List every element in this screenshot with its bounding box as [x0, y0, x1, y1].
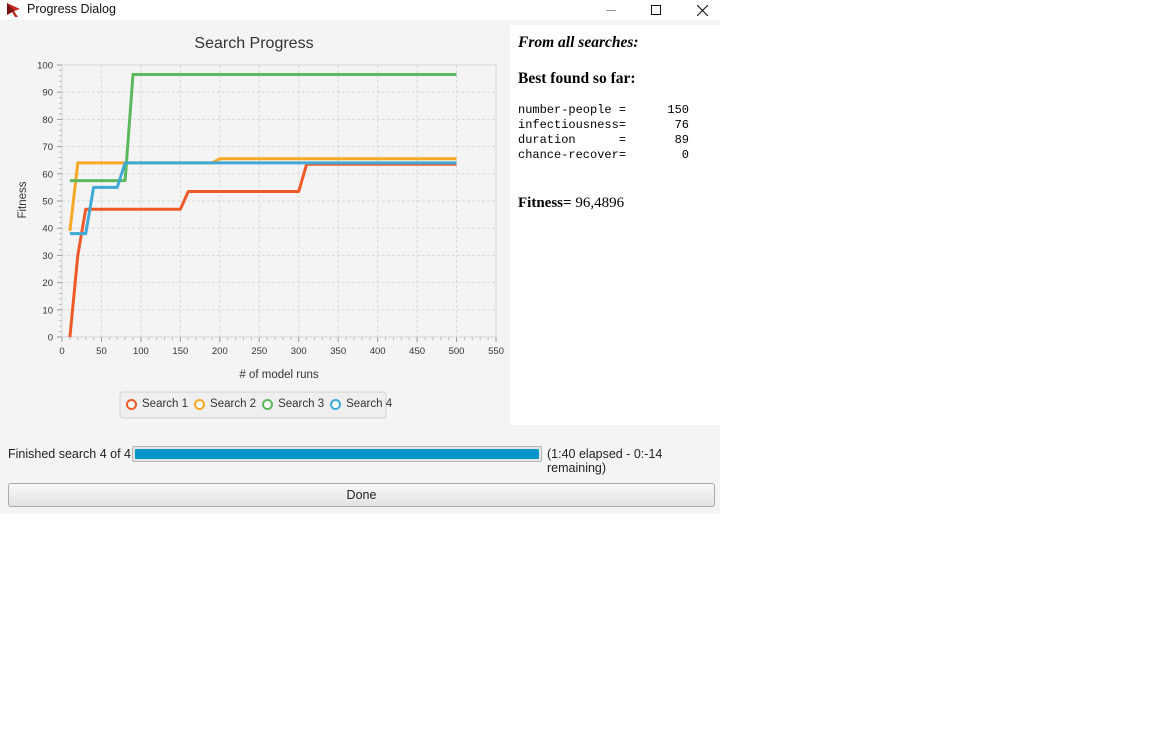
legend-marker-icon — [262, 398, 274, 410]
x-tick-label: 150 — [172, 346, 188, 357]
parameter-name: infectiousness= — [518, 118, 627, 132]
parameter-row: infectiousness= 76 — [518, 118, 689, 133]
fitness-readout: Fitness= 96,4896 — [518, 195, 624, 212]
chart-legend: Search 1 Search 2 Search 3 Search 4 — [126, 398, 398, 413]
x-tick-label: 300 — [291, 346, 307, 357]
status-label: Finished search 4 of 4: — [8, 447, 135, 461]
parameter-value: 0 — [681, 148, 689, 162]
x-tick-label: 250 — [251, 346, 267, 357]
elapsed-time-text: (1:40 elapsed - 0:-14 remaining) — [547, 447, 663, 475]
app-logo-icon — [7, 3, 20, 17]
y-tick-label: 30 — [42, 251, 53, 262]
legend-item: Search 3 — [262, 398, 324, 410]
minimize-button[interactable] — [588, 0, 634, 20]
parameter-row: number-people = 150 — [518, 103, 689, 118]
legend-marker-icon — [194, 398, 206, 410]
legend-label: Search 3 — [278, 398, 325, 410]
legend-label: Search 4 — [346, 398, 393, 410]
progress-bar-fill — [135, 449, 539, 459]
minimize-icon — [606, 10, 616, 11]
fitness-value: 96,4896 — [571, 195, 625, 211]
legend-label: Search 2 — [210, 398, 257, 410]
y-tick-label: 0 — [48, 333, 53, 344]
parameter-name: duration = — [518, 133, 627, 147]
chart-title: Search Progress — [194, 35, 313, 52]
title-bar: Progress Dialog — [0, 0, 720, 20]
y-tick-label: 50 — [42, 197, 53, 208]
legend-marker-icon — [126, 398, 137, 410]
legend-item: Search 2 — [194, 398, 256, 410]
y-tick-label: 40 — [42, 224, 53, 235]
legend-item: Search 1 — [126, 398, 188, 410]
parameter-row: chance-recover= 0 — [518, 148, 689, 163]
y-tick-label: 20 — [42, 278, 53, 289]
x-tick-label: 450 — [409, 346, 425, 357]
fitness-label: Fitness= — [518, 195, 572, 211]
all-searches-heading: From all searches: — [518, 34, 639, 51]
window-title: Progress Dialog — [27, 2, 116, 16]
best-found-heading: Best found so far: — [518, 70, 636, 87]
x-axis-label: # of model runs — [239, 369, 319, 381]
parameter-name: number-people = — [518, 103, 627, 117]
y-tick-label: 90 — [42, 88, 53, 99]
x-tick-label: 200 — [212, 346, 228, 357]
legend-label: Search 1 — [142, 398, 189, 410]
search-progress-chart: 0 50 100 150 200 250 300 350 400 450 500 550 0 10 20 30… — [0, 25, 510, 425]
x-tick-label: 500 — [449, 346, 465, 357]
done-button[interactable]: Done — [8, 483, 715, 507]
y-axis-label: Fitness — [17, 181, 29, 218]
parameter-list: number-people = 150 infectiousness= 76 durat… — [518, 103, 689, 163]
x-tick-label: 400 — [370, 346, 386, 357]
x-tick-label: 550 — [488, 346, 504, 357]
y-tick-label: 60 — [42, 169, 53, 180]
parameter-row: duration = 89 — [518, 133, 689, 148]
parameter-value: 150 — [667, 103, 689, 117]
x-tick-label: 350 — [330, 346, 346, 357]
parameter-name: chance-recover= — [518, 148, 627, 162]
x-tick-label: 50 — [96, 346, 107, 357]
y-tick-label: 70 — [42, 142, 53, 153]
maximize-icon — [651, 5, 661, 15]
close-icon — [696, 4, 708, 16]
legend-marker-icon — [330, 398, 342, 410]
y-tick-label: 100 — [37, 61, 53, 72]
chart-svg: 0 50 100 150 200 250 300 350 400 450 500 550 0 10 20 30… — [17, 35, 504, 419]
close-button[interactable] — [679, 0, 725, 20]
y-tick-label: 80 — [42, 115, 53, 126]
x-tick-label: 0 — [59, 346, 64, 357]
x-tick-label: 100 — [133, 346, 149, 357]
progress-dialog-window: Progress Dialog 0 50 100 150 200 250 300 350 400… — [0, 0, 720, 514]
legend-item: Search 4 — [330, 398, 392, 410]
search-progress-bar — [132, 446, 542, 462]
parameter-value: 89 — [674, 133, 689, 147]
y-tick-label: 10 — [42, 305, 53, 316]
parameter-value: 76 — [674, 118, 689, 132]
maximize-button[interactable] — [633, 0, 679, 20]
results-panel: From all searches: Best found so far: nu… — [510, 25, 720, 425]
